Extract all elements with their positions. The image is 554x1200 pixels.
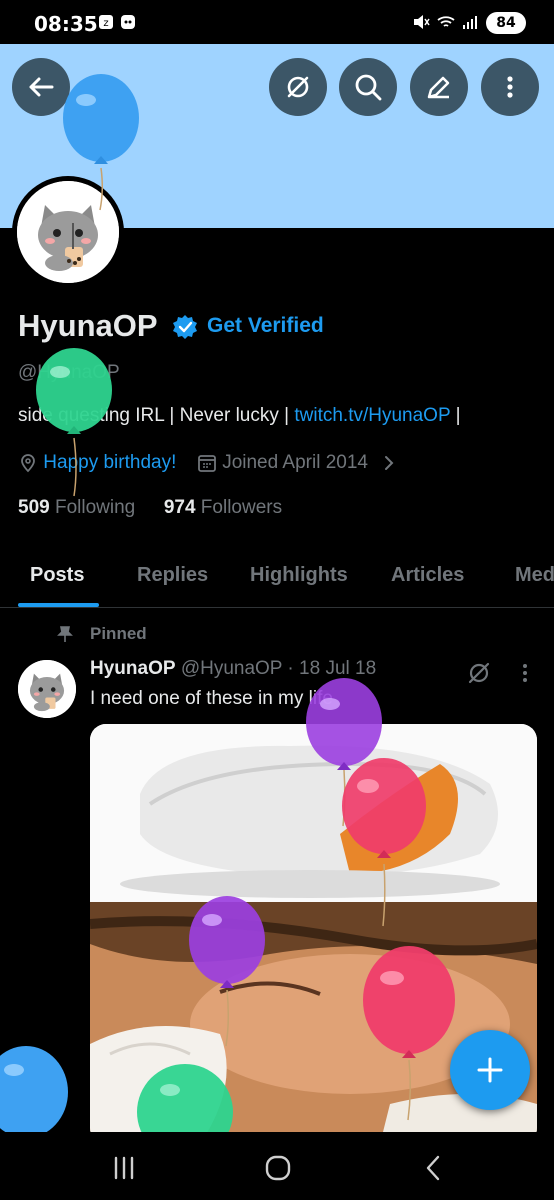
plus-icon (477, 1057, 503, 1083)
status-bar: 08:35 z 84 (0, 0, 554, 44)
edit-icon (427, 76, 450, 99)
tab-replies[interactable]: Replies (137, 564, 208, 587)
cat-avatar-image (18, 660, 76, 718)
bio-text: side questing IRL | Never lucky | (18, 405, 295, 426)
mute-icon (414, 15, 430, 29)
post-text: I need one of these in my life (90, 688, 333, 709)
profile-bio: side questing IRL | Never lucky | twitch… (18, 405, 461, 427)
active-tab-indicator (18, 603, 99, 607)
balloon-blue-bottom (0, 1046, 68, 1138)
profile-handle: @HyunaOP (18, 362, 120, 383)
follow-stats: 509 Following 974 Followers (18, 497, 282, 519)
following-count: 509 (18, 497, 50, 518)
verified-badge-icon[interactable] (172, 314, 198, 340)
profile-meta: Happy birthday! Joined April 2014 (18, 452, 399, 474)
display-name: HyunaOP (18, 308, 158, 343)
signal-icon (463, 16, 477, 29)
post-more-icon[interactable] (512, 660, 538, 686)
get-verified-link[interactable]: Get Verified (207, 314, 324, 338)
home-icon[interactable] (262, 1152, 294, 1184)
bio-end: | (450, 405, 461, 426)
pinned-label: Pinned (90, 624, 147, 643)
wifi-icon (437, 16, 455, 27)
chevron-right-icon[interactable] (379, 453, 399, 473)
svg-text:z: z (103, 18, 108, 29)
search-icon (355, 74, 382, 101)
followers-count: 974 (163, 497, 196, 518)
alarm-icon: z (99, 15, 113, 29)
location-pin-icon (21, 454, 35, 473)
calendar-icon (198, 455, 216, 472)
joined-date: Joined April 2014 (222, 452, 368, 473)
search-button[interactable] (339, 58, 397, 116)
back-arrow-icon (29, 77, 54, 97)
recent-apps-icon[interactable] (108, 1152, 140, 1184)
followers-link[interactable]: 974 Followers (164, 497, 282, 518)
post-author-avatar[interactable] (18, 660, 76, 718)
grok-button[interactable] (269, 58, 327, 116)
edit-button[interactable] (410, 58, 468, 116)
followers-label: Followers (200, 497, 283, 518)
post-header: HyunaOP @HyunaOP · 18 Jul 18 (90, 658, 376, 680)
more-vertical-icon (507, 76, 513, 98)
back-button[interactable] (12, 58, 70, 116)
status-time: 08:35 (34, 12, 98, 36)
profile-avatar[interactable] (12, 176, 124, 288)
following-label: Following (54, 497, 136, 518)
post-author-handle: @HyunaOP (180, 658, 283, 679)
birthday-text[interactable]: Happy birthday! (43, 452, 176, 473)
tab-highlights[interactable]: Highlights (250, 564, 348, 587)
tab-media[interactable]: Med (515, 564, 554, 587)
system-nav-bar (0, 1132, 554, 1200)
app-notification-icon (121, 15, 135, 29)
post-author-name[interactable]: HyunaOP (90, 658, 176, 679)
tab-articles[interactable]: Articles (391, 564, 464, 587)
profile-tabs: Posts Replies Highlights Articles Med (0, 546, 554, 608)
post-date: · 18 Jul 18 (287, 658, 377, 679)
more-options-button[interactable] (481, 58, 539, 116)
cat-avatar-image (17, 181, 119, 283)
grok-icon (287, 76, 309, 98)
pin-icon (57, 626, 73, 642)
grok-icon[interactable] (466, 660, 492, 686)
battery-indicator: 84 (486, 12, 526, 34)
nav-back-icon[interactable] (418, 1152, 450, 1184)
bio-link[interactable]: twitch.tv/HyunaOP (294, 405, 450, 426)
following-link[interactable]: 509 Following (18, 497, 135, 518)
tab-posts[interactable]: Posts (30, 564, 84, 587)
compose-post-button[interactable] (450, 1030, 530, 1110)
